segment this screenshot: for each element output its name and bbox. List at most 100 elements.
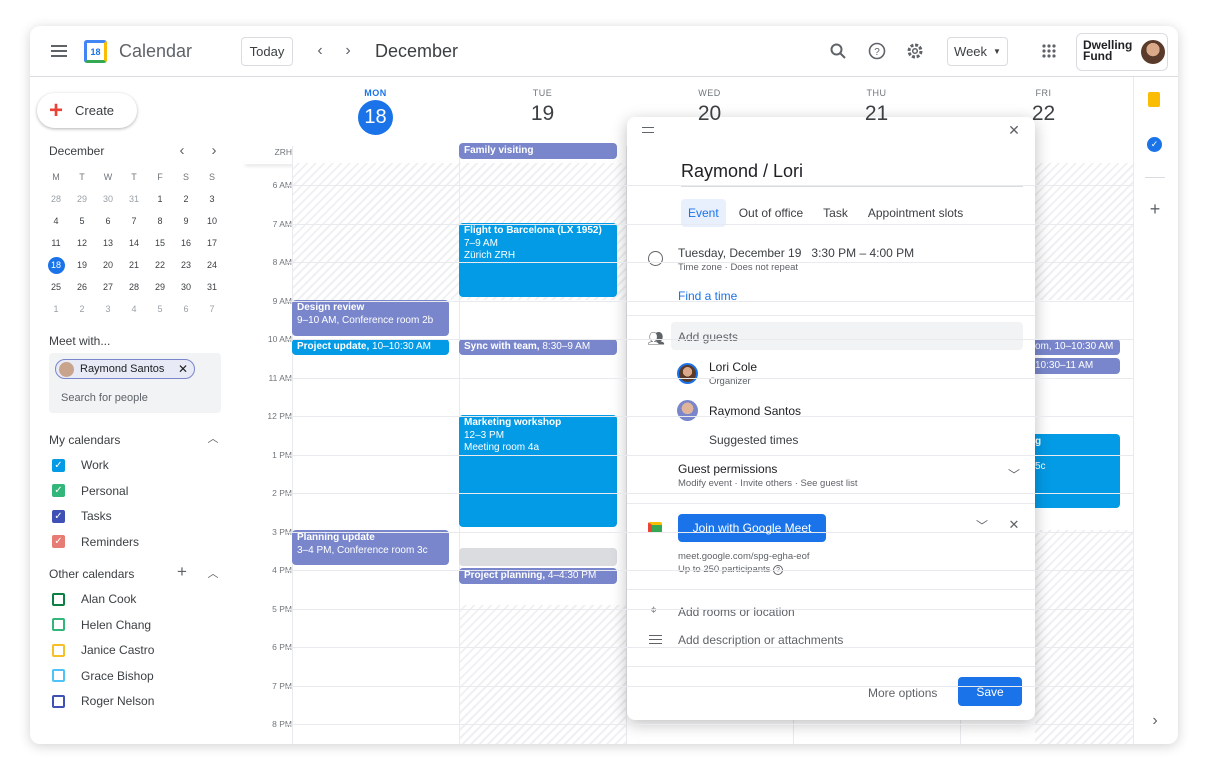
mini-day[interactable]: 2 — [69, 298, 95, 320]
today-button[interactable]: Today — [241, 37, 293, 66]
mini-day[interactable]: 27 — [95, 276, 121, 298]
mini-day-selected[interactable]: 18 — [43, 254, 69, 276]
day-header[interactable]: FRI 22 — [960, 88, 1127, 126]
view-selector[interactable]: Week ▼ — [947, 37, 1008, 66]
chevron-right-icon[interactable]: › — [338, 41, 358, 61]
checkbox-checked-icon[interactable]: ✓ — [52, 484, 65, 497]
calendar-item[interactable]: Alan Cook — [52, 592, 136, 606]
mini-day[interactable]: 6 — [95, 210, 121, 232]
day-number[interactable]: 18 — [358, 100, 393, 135]
mini-day[interactable]: 1 — [147, 188, 173, 210]
mini-day[interactable]: 28 — [43, 188, 69, 210]
search-icon[interactable] — [828, 41, 848, 61]
mini-day[interactable]: 29 — [147, 276, 173, 298]
mini-day[interactable]: 13 — [95, 232, 121, 254]
location-input[interactable]: Add rooms or location — [678, 605, 795, 619]
calendar-item[interactable]: ✓ Personal — [52, 484, 128, 498]
add-calendar-icon[interactable]: + — [174, 562, 190, 581]
mini-day[interactable]: 2 — [173, 188, 199, 210]
day-header[interactable]: WED 20 — [626, 88, 793, 126]
event-project-update[interactable]: Project update, 10–10:30 AM — [292, 339, 449, 355]
chevron-up-icon[interactable]: ︿ — [206, 566, 220, 580]
mini-day[interactable]: 19 — [69, 254, 95, 276]
mini-day[interactable]: 21 — [121, 254, 147, 276]
time-zone-info[interactable]: Time zone · Does not repeat — [678, 262, 798, 273]
mini-prev-icon[interactable]: ‹ — [174, 142, 190, 159]
mini-day[interactable]: 29 — [69, 188, 95, 210]
calendar-item[interactable]: Janice Castro — [52, 643, 154, 657]
mini-day[interactable]: 31 — [121, 188, 147, 210]
event-marketing-workshop[interactable]: Marketing workshop 12–3 PM Meeting room 4a — [459, 415, 617, 527]
day-header[interactable]: TUE 19 — [459, 88, 626, 126]
mini-day[interactable]: 20 — [95, 254, 121, 276]
mini-day[interactable]: 30 — [173, 276, 199, 298]
mini-day[interactable]: 4 — [43, 210, 69, 232]
mini-day[interactable]: 12 — [69, 232, 95, 254]
mini-day[interactable]: 28 — [121, 276, 147, 298]
checkbox-unchecked-icon[interactable] — [52, 643, 65, 657]
checkbox-unchecked-icon[interactable] — [52, 669, 65, 682]
mini-day[interactable]: 24 — [199, 254, 225, 276]
mini-day[interactable]: 8 — [147, 210, 173, 232]
mini-day[interactable]: 25 — [43, 276, 69, 298]
event-sync-with-team[interactable]: Sync with team, 8:30–9 AM — [459, 339, 617, 355]
day-number[interactable]: 20 — [626, 102, 793, 126]
mini-day[interactable]: 16 — [173, 232, 199, 254]
calendar-item[interactable]: Helen Chang — [52, 618, 151, 632]
event-title-input[interactable]: Raymond / Lori — [681, 161, 1023, 187]
event-fri-1[interactable]: om, 10–10:30 AM — [1020, 339, 1120, 355]
mini-day[interactable]: 9 — [173, 210, 199, 232]
mini-day[interactable]: 15 — [147, 232, 173, 254]
mini-day[interactable]: 3 — [95, 298, 121, 320]
close-icon[interactable]: ✕ — [178, 362, 188, 376]
mini-day[interactable]: 14 — [121, 232, 147, 254]
event-planning-update[interactable]: Planning update 3–4 PM, Conference room 3… — [292, 530, 449, 565]
checkbox-checked-icon[interactable]: ✓ — [52, 509, 65, 523]
mini-day[interactable]: 5 — [147, 298, 173, 320]
chevron-left-icon[interactable]: ‹ — [310, 41, 330, 61]
checkbox-unchecked-icon[interactable] — [52, 592, 65, 606]
help-icon[interactable]: ? — [867, 41, 887, 61]
drag-handle-icon[interactable] — [642, 127, 654, 133]
people-search-input[interactable]: Search for people — [61, 392, 148, 404]
mini-day[interactable]: 23 — [173, 254, 199, 276]
mini-day[interactable]: 22 — [147, 254, 173, 276]
add-addon-icon[interactable]: + — [1145, 199, 1165, 219]
calendar-item[interactable]: Roger Nelson — [52, 694, 154, 708]
mini-day[interactable]: 3 — [199, 188, 225, 210]
mini-day[interactable]: 1 — [43, 298, 69, 320]
day-number[interactable]: 19 — [459, 102, 626, 126]
event-draft[interactable] — [459, 548, 617, 566]
checkbox-unchecked-icon[interactable] — [52, 694, 65, 708]
mini-day[interactable]: 30 — [95, 188, 121, 210]
chevron-up-icon[interactable]: ︿ — [206, 431, 220, 445]
day-number[interactable]: 21 — [793, 102, 960, 126]
day-header[interactable]: MON 18 — [292, 88, 459, 135]
event-family-visiting[interactable]: Family visiting — [459, 143, 617, 159]
event-flight[interactable]: Flight to Barcelona (LX 1952) 7–9 AM Züric… — [459, 223, 617, 297]
chevron-down-icon[interactable]: ﹀ — [1005, 465, 1023, 483]
checkbox-unchecked-icon[interactable] — [52, 618, 65, 631]
more-options-button[interactable]: More options — [868, 686, 937, 700]
mini-day[interactable]: 5 — [69, 210, 95, 232]
keep-icon[interactable] — [1148, 92, 1160, 107]
calendar-item[interactable]: ✓ Reminders — [52, 535, 139, 549]
calendar-item[interactable]: ✓ Work — [52, 458, 109, 472]
description-input[interactable]: Add description or attachments — [678, 633, 843, 647]
event-fri-3[interactable]: g 5c — [1020, 434, 1120, 508]
mini-day[interactable]: 7 — [199, 298, 225, 320]
avatar[interactable] — [1141, 40, 1165, 64]
mini-day[interactable]: 6 — [173, 298, 199, 320]
event-design-review[interactable]: Design review 9–10 AM, Conference room 2b — [292, 300, 449, 336]
add-guests-input[interactable]: Add guests — [671, 322, 1023, 350]
meet-link[interactable]: meet.google.com/spg-egha-eof — [678, 551, 810, 562]
settings-icon[interactable] — [905, 41, 925, 61]
mini-day[interactable]: 17 — [199, 232, 225, 254]
mini-day[interactable]: 4 — [121, 298, 147, 320]
day-number[interactable]: 22 — [960, 102, 1127, 126]
mini-day[interactable]: 31 — [199, 276, 225, 298]
person-chip[interactable]: Raymond Santos ✕ — [55, 359, 195, 379]
event-fri-2[interactable]: 10:30–11 AM — [1020, 358, 1120, 374]
create-button[interactable]: + Create — [37, 93, 137, 128]
mini-day[interactable]: 26 — [69, 276, 95, 298]
